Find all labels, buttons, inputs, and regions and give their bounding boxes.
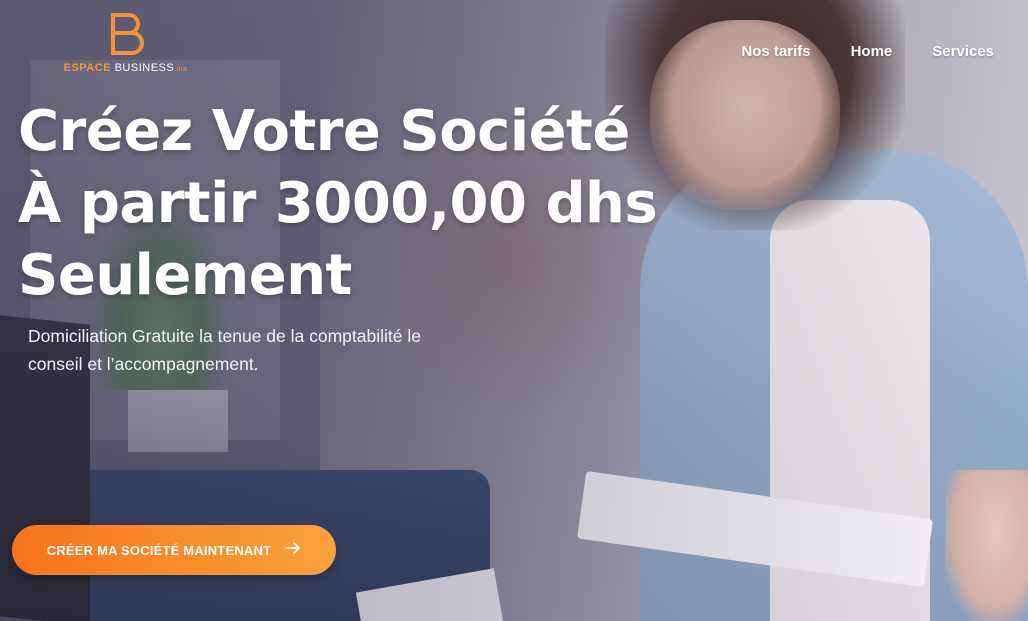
headline-line-3: Seulement [18, 243, 352, 308]
logo-wordmark-accent: ESPACE [63, 62, 112, 74]
arrow-right-icon [285, 542, 301, 558]
logo-wordmark: ESPACE BUSINESS.ma [58, 62, 193, 74]
logo-wordmark-rest: BUSINESS [111, 62, 175, 74]
nav-item-services[interactable]: Services [932, 43, 994, 60]
hero-subtext: Domiciliation Gratuite la tenue de la co… [28, 326, 421, 374]
headline-line-2: À partir 3000,00 dhs [18, 171, 658, 236]
cta-label: CRÉER MA SOCIÉTÉ MAINTENANT [46, 542, 272, 558]
nav-item-home[interactable]: Home [851, 43, 893, 60]
brand-logo[interactable]: ESPACE BUSINESS.ma [58, 12, 193, 82]
headline-line-1: Créez Votre Société [18, 99, 630, 164]
main-nav: Nos tarifs Home Services [741, 43, 994, 60]
logo-wordmark-suffix: .ma [174, 66, 188, 73]
nav-item-nos-tarifs[interactable]: Nos tarifs [741, 43, 810, 60]
logo-b-icon [107, 12, 145, 56]
hero-headline: Créez Votre Société À partir 3000,00 dhs… [18, 96, 678, 312]
create-company-button[interactable]: CRÉER MA SOCIÉTÉ MAINTENANT [12, 525, 336, 575]
